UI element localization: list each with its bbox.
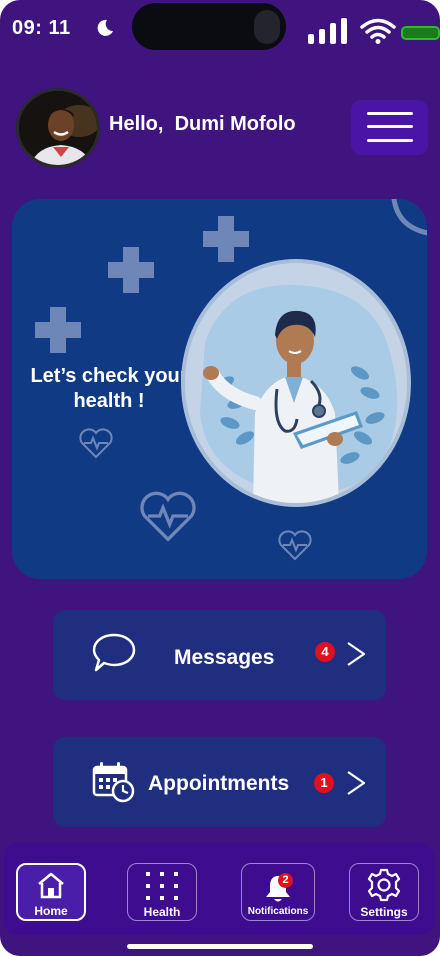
nav-health-label: Health xyxy=(143,905,181,919)
plus-icon xyxy=(35,307,81,353)
moon-icon xyxy=(97,19,113,36)
status-time: 09: 11 xyxy=(12,17,71,39)
health-hero-card[interactable]: Let’s check your health ! xyxy=(12,199,427,579)
heartbeat-icon xyxy=(79,428,113,459)
hamburger-icon xyxy=(367,112,413,115)
heartbeat-icon xyxy=(278,530,312,561)
avatar-photo xyxy=(19,91,97,165)
bottom-nav: Home Health 2 Notifications Settings xyxy=(4,843,434,935)
notifications-badge: 2 xyxy=(278,873,293,888)
decorative-arc xyxy=(391,199,427,236)
home-indicator[interactable] xyxy=(127,944,313,949)
nav-health[interactable]: Health xyxy=(127,863,197,921)
nav-notifications[interactable]: 2 Notifications xyxy=(241,863,315,921)
nav-settings-label: Settings xyxy=(360,905,408,919)
wifi-icon xyxy=(360,18,396,44)
chevron-right-icon xyxy=(347,771,366,795)
chat-bubble-icon xyxy=(92,633,136,672)
messages-card[interactable]: Messages 4 xyxy=(53,610,386,700)
appointments-card[interactable]: Appointments 1 xyxy=(53,737,386,827)
plus-icon xyxy=(108,247,154,293)
nav-home[interactable]: Home xyxy=(16,863,86,921)
hamburger-icon-line xyxy=(367,139,413,142)
phone-screen: 09: 11 Hello, Dumi Mofolo Let’s check yo… xyxy=(0,0,440,956)
hamburger-icon-line xyxy=(367,125,413,128)
menu-button[interactable] xyxy=(351,100,428,155)
nav-notifications-label: Notifications xyxy=(247,906,309,917)
appointments-badge: 1 xyxy=(314,773,334,793)
signal-icon xyxy=(308,18,347,44)
gear-icon xyxy=(367,868,401,902)
appointments-label: Appointments xyxy=(148,772,290,795)
hero-text: Let’s check your health ! xyxy=(30,365,188,412)
greeting-text: Hello, Dumi Mofolo xyxy=(109,113,296,135)
messages-label: Messages xyxy=(174,646,275,669)
nav-home-label: Home xyxy=(34,904,68,918)
battery-icon xyxy=(401,26,440,40)
messages-badge: 4 xyxy=(315,642,335,662)
home-icon xyxy=(38,872,64,899)
grid-icon xyxy=(146,872,178,900)
camera-icon xyxy=(254,10,280,44)
calendar-clock-icon xyxy=(92,762,135,803)
avatar[interactable] xyxy=(16,88,100,168)
nav-settings[interactable]: Settings xyxy=(349,863,419,921)
chevron-right-icon xyxy=(347,642,366,666)
heartbeat-icon xyxy=(140,491,196,542)
plus-icon xyxy=(203,216,249,262)
doctor-illustration xyxy=(181,259,411,507)
